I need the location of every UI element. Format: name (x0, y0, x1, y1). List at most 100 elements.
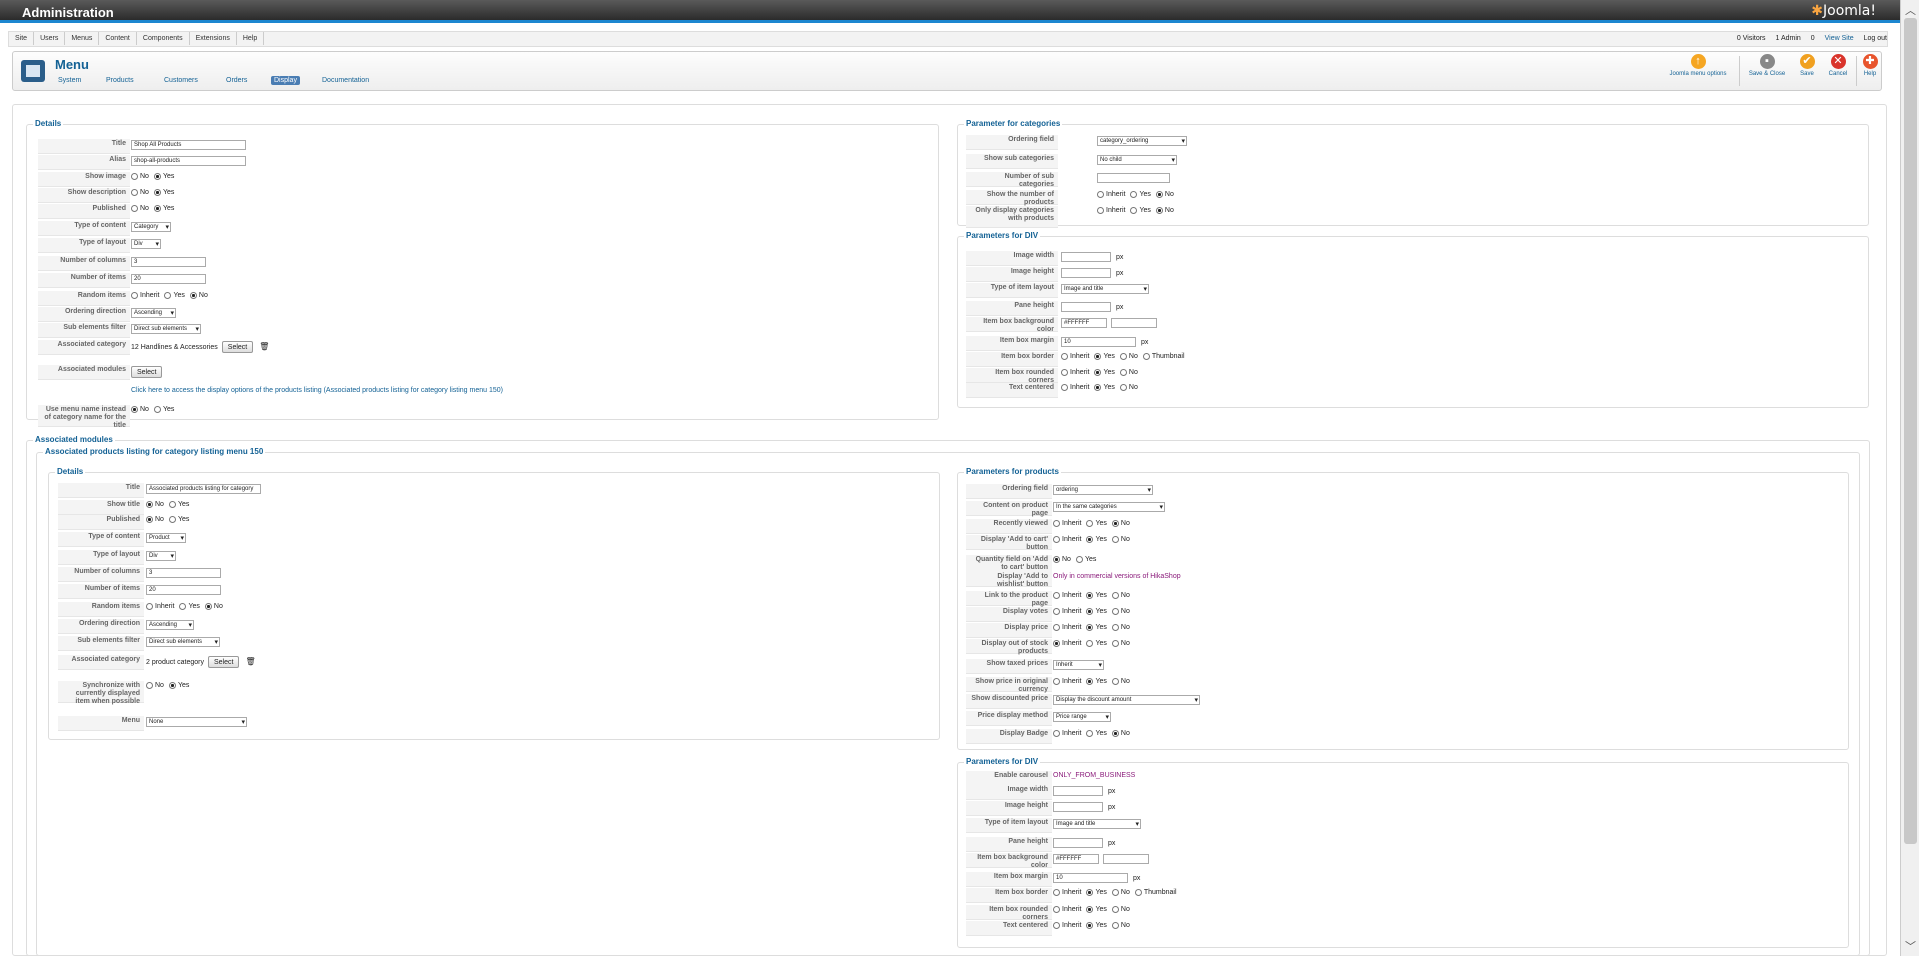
show-price-in-original-currency-no-radio[interactable] (1111, 678, 1119, 685)
published-yes-radio[interactable] (168, 516, 176, 523)
show-sub-categories-select[interactable]: No child (1097, 155, 1177, 165)
item-box-rounded-corners-no-radio[interactable] (1111, 906, 1119, 913)
menu-help[interactable]: Help (237, 32, 265, 45)
synchronize-with-currently-displayed-ite-no-radio[interactable] (146, 682, 153, 689)
random-items-no-radio[interactable] (204, 603, 212, 610)
item-box-background-color-input[interactable]: #FFFFFF (1053, 854, 1099, 864)
submenu-customers[interactable]: Customers (161, 76, 201, 85)
pane-height-input[interactable] (1053, 838, 1103, 848)
associated-category-select-button[interactable]: Select (221, 341, 254, 353)
alias-input[interactable]: shop-all-products (131, 156, 246, 166)
menu-site[interactable]: Site (9, 32, 35, 45)
display-options-link[interactable]: Click here to access the display options… (131, 387, 503, 394)
show-image-no-radio[interactable] (131, 173, 138, 180)
menu-select[interactable]: None (146, 717, 247, 727)
display-badge-yes-radio[interactable] (1086, 730, 1094, 737)
random-items-yes-radio[interactable] (179, 603, 187, 610)
view-site-link[interactable]: View Site (1825, 35, 1854, 42)
show-title-no-radio[interactable] (146, 501, 153, 508)
menu-users[interactable]: Users (34, 32, 66, 45)
joomla-logo[interactable]: ✱Joomla! (1811, 3, 1876, 19)
item-box-background-color-picker[interactable] (1103, 854, 1149, 864)
only-display-categories-with-products-yes-radio[interactable] (1130, 207, 1138, 214)
item-box-rounded-corners-inherit-radio[interactable] (1053, 906, 1060, 913)
submenu-system[interactable]: System (55, 76, 84, 85)
display-out-of-stock-products-no-radio[interactable] (1111, 640, 1119, 647)
item-box-rounded-corners-yes-radio[interactable] (1086, 906, 1094, 913)
item-box-rounded-corners-yes-radio[interactable] (1094, 369, 1102, 376)
item-box-border-inherit-radio[interactable] (1061, 353, 1068, 360)
recently-viewed-inherit-radio[interactable] (1053, 520, 1060, 527)
type-of-layout-select[interactable]: Div (131, 239, 161, 249)
published-no-radio[interactable] (146, 516, 153, 523)
display-badge-inherit-radio[interactable] (1053, 730, 1060, 737)
sub-elements-filter-select[interactable]: Direct sub elements (146, 637, 220, 647)
display-badge-no-radio[interactable] (1111, 730, 1119, 737)
use-menu-name-instead-of-category-name-f-no-radio[interactable] (131, 406, 138, 413)
title-input[interactable]: Associated products listing for category (146, 484, 261, 494)
item-box-margin-input[interactable]: 10 (1053, 873, 1128, 883)
number-of-columns-input[interactable]: 3 (146, 568, 221, 578)
show-taxed-prices-select[interactable]: Inherit (1053, 660, 1104, 670)
show-the-number-of-products-inherit-radio[interactable] (1097, 191, 1104, 198)
cancel-button[interactable]: ✕ Cancel (1824, 54, 1852, 77)
display-add-to-cart-button-no-radio[interactable] (1111, 536, 1119, 543)
display-votes-yes-radio[interactable] (1086, 608, 1094, 615)
item-box-rounded-corners-no-radio[interactable] (1119, 369, 1127, 376)
display-out-of-stock-products-yes-radio[interactable] (1086, 640, 1094, 647)
trash-icon[interactable]: 🗑 (245, 657, 255, 666)
number-of-items-input[interactable]: 20 (131, 274, 206, 284)
published-yes-radio[interactable] (153, 205, 161, 212)
ordering-direction-select[interactable]: Ascending (131, 308, 176, 318)
type-of-item-layout-select[interactable]: Image and title (1061, 284, 1149, 294)
trash-icon[interactable]: 🗑 (259, 342, 269, 351)
image-height-input[interactable] (1061, 268, 1111, 278)
text-centered-inherit-radio[interactable] (1061, 384, 1068, 391)
show-price-in-original-currency-yes-radio[interactable] (1086, 678, 1094, 685)
sub-elements-filter-select[interactable]: Direct sub elements (131, 324, 201, 334)
show-description-yes-radio[interactable] (153, 189, 161, 196)
pane-height-input[interactable] (1061, 302, 1111, 312)
only-display-categories-with-products-inherit-radio[interactable] (1097, 207, 1104, 214)
show-discounted-price-select[interactable]: Display the discount amount (1053, 695, 1200, 705)
type-of-item-layout-select[interactable]: Image and title (1053, 819, 1141, 829)
show-title-yes-radio[interactable] (168, 501, 176, 508)
random-items-no-radio[interactable] (189, 292, 197, 299)
recently-viewed-no-radio[interactable] (1111, 520, 1119, 527)
image-height-input[interactable] (1053, 802, 1103, 812)
random-items-inherit-radio[interactable] (146, 603, 153, 610)
scroll-up-icon[interactable]: ︿ (1905, 2, 1916, 18)
display-add-to-cart-button-inherit-radio[interactable] (1053, 536, 1060, 543)
link-to-the-product-page-no-radio[interactable] (1111, 592, 1119, 599)
messages-count[interactable]: 0 (1811, 35, 1815, 42)
link-to-the-product-page-inherit-radio[interactable] (1053, 592, 1060, 599)
item-box-border-thumbnail-radio[interactable] (1142, 353, 1150, 360)
associated-category-select-button[interactable]: Select (207, 656, 240, 668)
item-box-border-thumbnail-radio[interactable] (1134, 889, 1142, 896)
link-to-the-product-page-yes-radio[interactable] (1086, 592, 1094, 599)
ordering-field-select[interactable]: ordering (1053, 485, 1153, 495)
image-width-input[interactable] (1053, 786, 1103, 796)
display-price-inherit-radio[interactable] (1053, 624, 1060, 631)
logout-link[interactable]: Log out (1864, 35, 1887, 42)
content-on-product-page-select[interactable]: In the same categories (1053, 502, 1165, 512)
display-votes-inherit-radio[interactable] (1053, 608, 1060, 615)
menu-content[interactable]: Content (99, 32, 137, 45)
display-price-yes-radio[interactable] (1086, 624, 1094, 631)
scroll-down-icon[interactable]: ﹀ (1905, 938, 1916, 954)
price-display-method-select[interactable]: Price range (1053, 712, 1111, 722)
menu-menus[interactable]: Menus (65, 32, 100, 45)
use-menu-name-instead-of-category-name-f-yes-radio[interactable] (153, 406, 161, 413)
number-of-columns-input[interactable]: 3 (131, 257, 206, 267)
ordering-direction-select[interactable]: Ascending (146, 620, 194, 630)
show-the-number-of-products-no-radio[interactable] (1155, 191, 1163, 198)
text-centered-yes-radio[interactable] (1086, 922, 1094, 929)
item-box-rounded-corners-inherit-radio[interactable] (1061, 369, 1068, 376)
published-no-radio[interactable] (131, 205, 138, 212)
synchronize-with-currently-displayed-ite-yes-radio[interactable] (168, 682, 176, 689)
menu-components[interactable]: Components (137, 32, 190, 45)
quantity-field-on-add-to-cart-button-yes-radio[interactable] (1075, 556, 1083, 563)
menu-extensions[interactable]: Extensions (190, 32, 237, 45)
item-box-border-yes-radio[interactable] (1094, 353, 1102, 360)
display-out-of-stock-products-inherit-radio[interactable] (1053, 640, 1060, 647)
